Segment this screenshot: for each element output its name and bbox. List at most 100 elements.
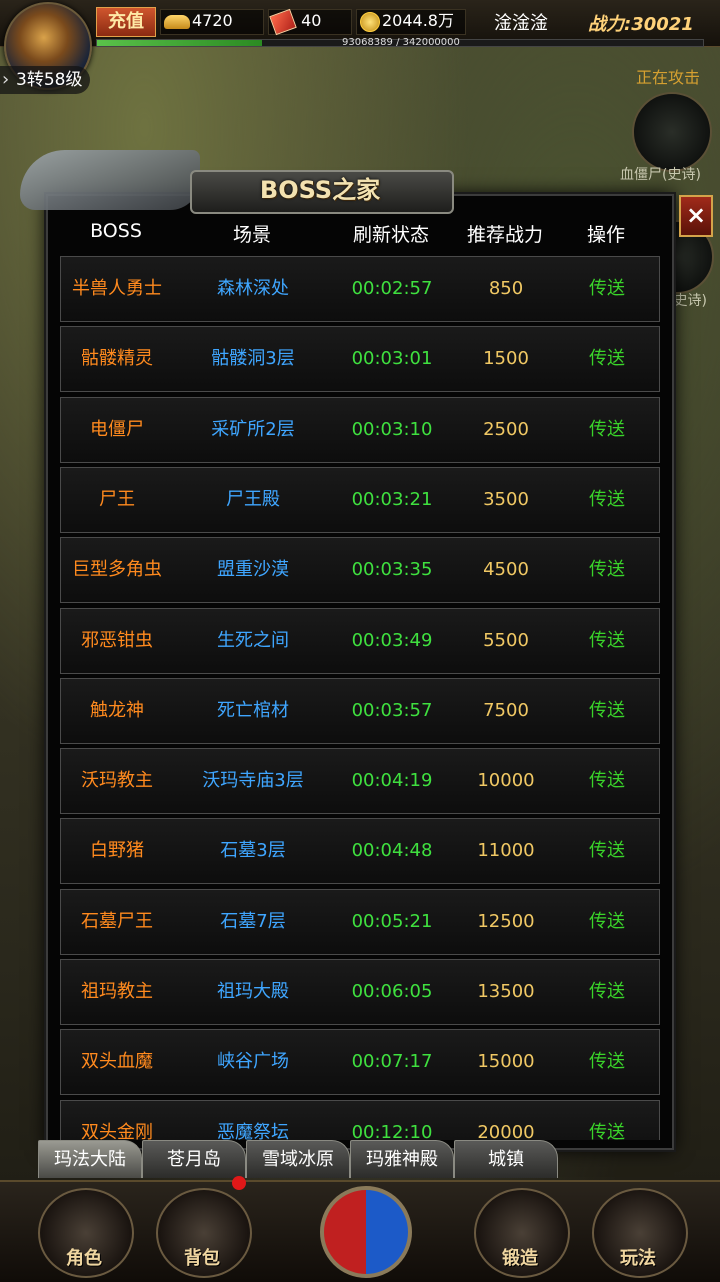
teleport-button[interactable]: 传送: [565, 960, 649, 1024]
tab-region-4[interactable]: 城镇: [454, 1140, 558, 1178]
header-scene: 场景: [232, 224, 271, 246]
recharge-button[interactable]: 充值: [96, 7, 156, 37]
teleport-button[interactable]: 传送: [565, 468, 649, 532]
table-row: 邪恶钳虫 生死之间 00:03:49 5500 传送: [60, 608, 660, 674]
target-portrait-icon[interactable]: [632, 92, 712, 172]
recommended-power: 10000: [477, 770, 535, 791]
table-row: 骷髅精灵 骷髅洞3层 00:03:01 1500 传送: [60, 326, 660, 392]
ticket-value: 40: [301, 11, 322, 30]
level-tag[interactable]: 3转58级: [0, 66, 91, 94]
ingot-value: 4720: [192, 11, 233, 30]
boss-name: 尸王: [99, 489, 135, 510]
hp-mp-orb-icon: [320, 1186, 412, 1278]
close-icon[interactable]: ×: [679, 195, 713, 237]
table-row: 尸王 尸王殿 00:03:21 3500 传送: [60, 467, 660, 533]
boss-name: 电僵尸: [90, 419, 144, 440]
tab-region-0[interactable]: 玛法大陆: [38, 1140, 142, 1178]
table-row: 双头血魔 峡谷广场 00:07:17 15000 传送: [60, 1029, 660, 1095]
refresh-time: 00:04:48: [351, 840, 433, 861]
dragon-ornament-icon: [20, 150, 200, 210]
table-row: 触龙神 死亡棺材 00:03:57 7500 传送: [60, 678, 660, 744]
boss-scene: 石墓7层: [220, 911, 286, 932]
tab-region-2[interactable]: 雪域冰原: [246, 1140, 350, 1178]
boss-name: 半兽人勇士: [72, 278, 162, 299]
refresh-time: 00:12:10: [351, 1122, 433, 1140]
boss-scene: 沃玛寺庙3层: [202, 770, 304, 791]
recommended-power: 5500: [483, 630, 529, 651]
combat-power: 战力:30021: [588, 14, 694, 35]
exp-text: 93068389 / 342000000: [342, 37, 460, 48]
refresh-time: 00:03:01: [351, 348, 433, 369]
teleport-button[interactable]: 传送: [565, 1030, 649, 1094]
refresh-time: 00:05:21: [351, 911, 433, 932]
boss-scene: 盟重沙漠: [217, 559, 289, 580]
header-power: 推荐战力: [466, 224, 543, 246]
bag-label: 背包: [184, 1248, 220, 1269]
table-row: 半兽人勇士 森林深处 00:02:57 850 传送: [60, 256, 660, 322]
boss-scene: 尸王殿: [226, 489, 280, 510]
role-label: 角色: [66, 1248, 102, 1269]
tab-region-1[interactable]: 苍月岛: [142, 1140, 246, 1178]
recommended-power: 850: [488, 278, 524, 299]
boss-scene: 骷髅洞3层: [211, 348, 295, 369]
panel-title: BOSS之家: [259, 176, 381, 204]
forge-label: 锻造: [502, 1248, 538, 1269]
boss-scene: 死亡棺材: [217, 700, 289, 721]
teleport-button[interactable]: 传送: [565, 819, 649, 883]
recommended-power: 12500: [477, 911, 535, 932]
boss-scene: 采矿所2层: [211, 419, 295, 440]
boss-list[interactable]: 半兽人勇士 森林深处 00:02:57 850 传送 骷髅精灵 骷髅洞3层 00:03:01 1…: [60, 256, 660, 1140]
refresh-time: 00:06:05: [351, 981, 433, 1002]
refresh-time: 00:04:19: [351, 770, 433, 791]
table-row: 白野猪 石墓3层 00:04:48 11000 传送: [60, 818, 660, 884]
boss-name: 沃玛教主: [81, 770, 153, 791]
boss-name: 邪恶钳虫: [81, 630, 153, 651]
boss-scene: 峡谷广场: [217, 1051, 289, 1072]
boss-scene: 森林深处: [217, 278, 289, 299]
boss-name: 骷髅精灵: [81, 348, 153, 369]
boss-name: 双头金刚: [81, 1122, 153, 1140]
teleport-button[interactable]: 传送: [565, 679, 649, 743]
play-label: 玩法: [620, 1248, 656, 1269]
boss-scene: 石墓3层: [220, 840, 286, 861]
coin-icon: [360, 11, 380, 32]
recommended-power: 1500: [483, 348, 529, 369]
teleport-button[interactable]: 传送: [565, 538, 649, 602]
table-row: 祖玛教主 祖玛大殿 00:06:05 13500 传送: [60, 959, 660, 1025]
recommended-power: 13500: [477, 981, 535, 1002]
recommended-power: 7500: [483, 700, 529, 721]
refresh-time: 00:07:17: [351, 1051, 433, 1072]
table-row: 沃玛教主 沃玛寺庙3层 00:04:19 10000 传送: [60, 748, 660, 814]
ticket-counter: 40: [269, 8, 322, 35]
recommended-power: 15000: [477, 1051, 535, 1072]
boss-scene: 恶魔祭坛: [217, 1122, 289, 1140]
recommended-power: 20000: [477, 1122, 535, 1140]
teleport-button[interactable]: 传送: [565, 890, 649, 954]
gold-value: 2044.8万: [382, 11, 454, 30]
teleport-button[interactable]: 传送: [565, 749, 649, 813]
teleport-button[interactable]: 传送: [565, 398, 649, 462]
ingot-counter: 4720: [164, 9, 233, 33]
header-op: 操作: [586, 224, 625, 246]
teleport-button[interactable]: 传送: [565, 257, 649, 321]
boss-name: 石墓尸王: [81, 911, 153, 932]
ingot-icon: [164, 14, 190, 29]
tab-region-3[interactable]: 玛雅神殿: [350, 1140, 454, 1178]
teleport-button[interactable]: 传送: [565, 1101, 649, 1140]
boss-name: 祖玛教主: [81, 981, 153, 1002]
header-refresh: 刷新状态: [352, 224, 429, 246]
teleport-button[interactable]: 传送: [565, 327, 649, 391]
recommended-power: 4500: [483, 559, 529, 580]
refresh-time: 00:03:57: [351, 700, 433, 721]
boss-scene: 祖玛大殿: [217, 981, 289, 1002]
boss-name: 触龙神: [90, 700, 144, 721]
player-name: 淦淦淦: [494, 13, 548, 34]
gold-counter: 2044.8万: [360, 9, 454, 33]
refresh-time: 00:03:49: [351, 630, 433, 651]
refresh-time: 00:03:21: [351, 489, 433, 510]
notification-dot-icon: [232, 1176, 246, 1190]
refresh-time: 00:03:10: [351, 419, 433, 440]
target-name-1: 血僵尸(史诗): [620, 167, 701, 183]
region-tabs: 玛法大陆 苍月岛 雪域冰原 玛雅神殿 城镇: [38, 1140, 558, 1180]
teleport-button[interactable]: 传送: [565, 609, 649, 673]
